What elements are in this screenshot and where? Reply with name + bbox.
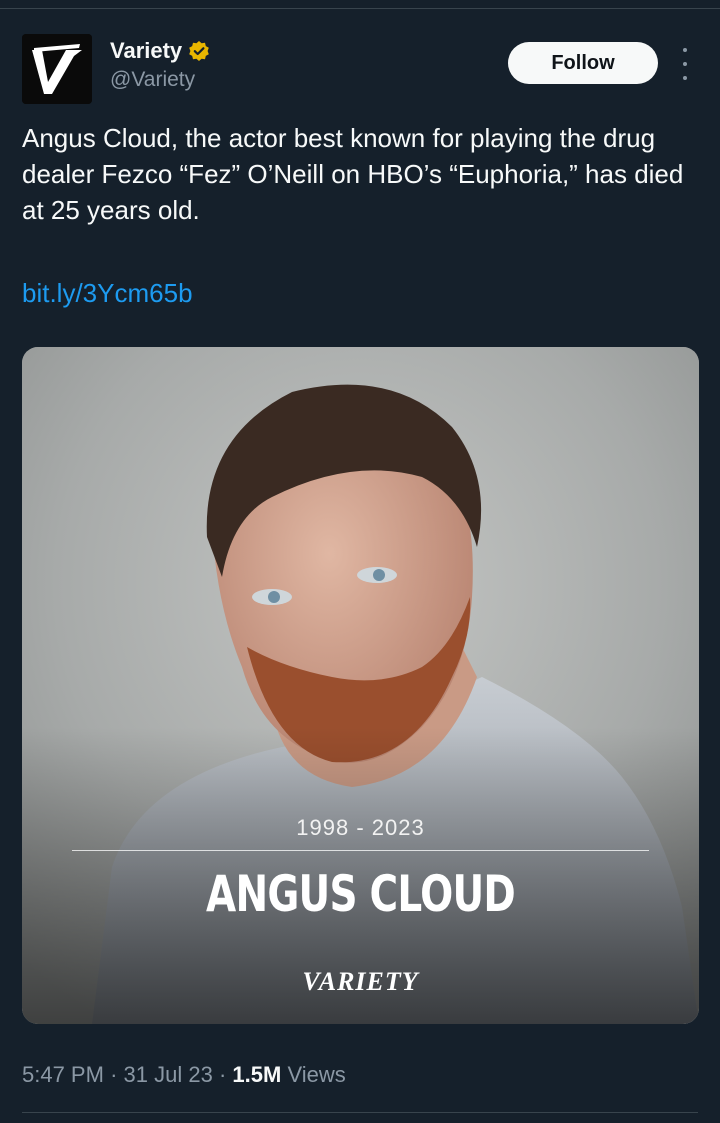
handle[interactable]: @Variety bbox=[110, 68, 210, 92]
overlay-years: 1998 - 2023 bbox=[296, 815, 425, 840]
views-count: 1.5M bbox=[232, 1062, 282, 1087]
top-divider bbox=[0, 8, 720, 9]
author-block: Variety @Variety bbox=[110, 38, 210, 92]
overlay-name: ANGUS CLOUD bbox=[206, 865, 516, 923]
follow-button[interactable]: Follow bbox=[508, 42, 658, 84]
more-options-icon[interactable] bbox=[678, 48, 692, 80]
overlay-brand-logo: VARIETY bbox=[302, 967, 419, 996]
avatar[interactable] bbox=[22, 34, 92, 104]
display-name[interactable]: Variety bbox=[110, 38, 182, 64]
tweet-text: Angus Cloud, the actor best known for pl… bbox=[22, 123, 684, 225]
tweet-link[interactable]: bit.ly/3Ycm65b bbox=[22, 278, 193, 309]
bottom-divider bbox=[22, 1112, 698, 1113]
tweet-media-image[interactable]: 1998 - 2023 ANGUS CLOUD VARIETY bbox=[22, 347, 699, 1024]
meta-separator: · bbox=[218, 1062, 227, 1087]
tweet-header: Variety @Variety Follow bbox=[22, 34, 698, 106]
meta-separator: · bbox=[110, 1062, 118, 1087]
tweet-date[interactable]: 31 Jul 23 bbox=[124, 1062, 213, 1087]
views-label: Views bbox=[287, 1062, 346, 1087]
tweet-meta: 5:47 PM · 31 Jul 23 · 1.5M Views bbox=[22, 1062, 346, 1088]
tweet-time[interactable]: 5:47 PM bbox=[22, 1062, 104, 1087]
verified-badge-icon bbox=[188, 40, 210, 62]
variety-logo-icon bbox=[22, 34, 92, 104]
overlay-divider bbox=[72, 850, 649, 851]
